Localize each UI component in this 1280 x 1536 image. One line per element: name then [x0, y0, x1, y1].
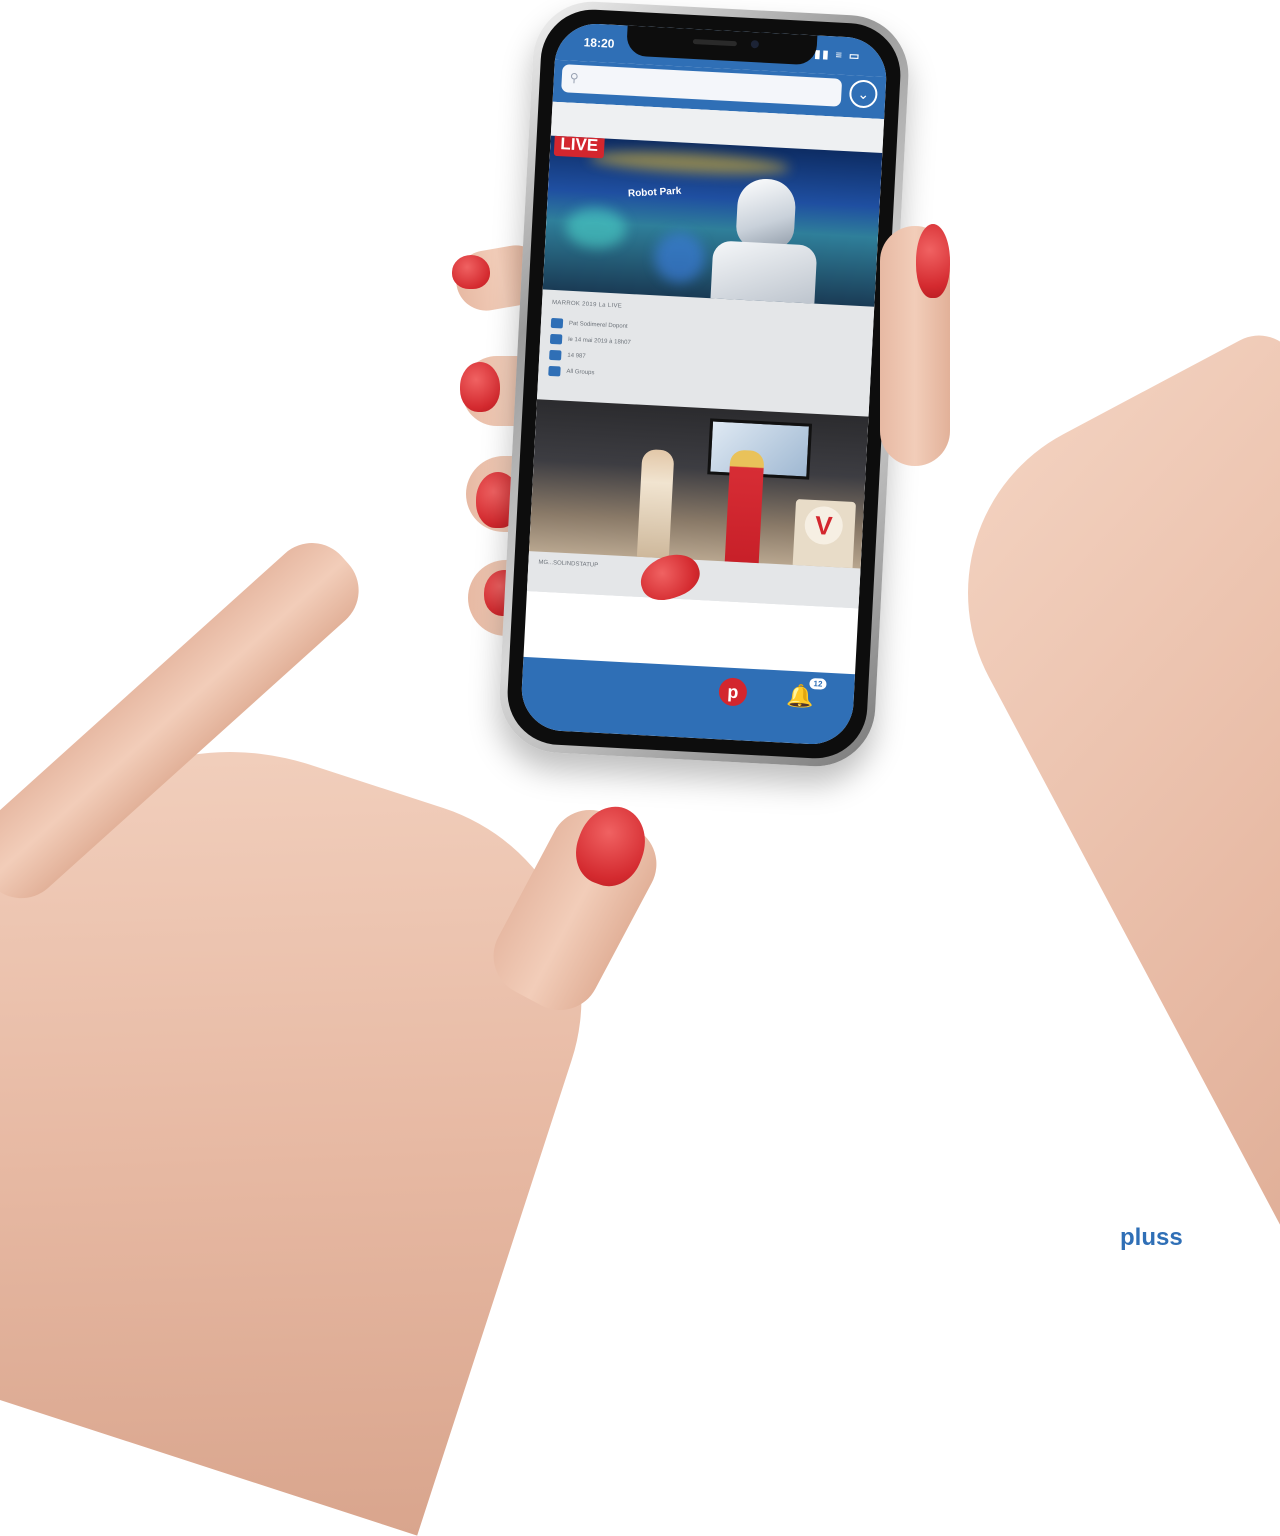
meta-groups-text: All Groups: [566, 368, 595, 377]
brand-logo-text: pluss: [1120, 1224, 1183, 1251]
eye-icon: [549, 349, 562, 361]
calendar-icon: [549, 333, 563, 345]
left-hand: [904, 321, 1280, 1314]
meta-views-text: 14 987: [567, 352, 586, 360]
presenter: [724, 449, 765, 568]
notification-badge: 12: [809, 677, 827, 690]
kiosk: V: [792, 498, 857, 569]
stage-light: [653, 231, 706, 284]
robot-body: [709, 240, 818, 307]
stage-light: [565, 206, 628, 250]
tab-bar: p 🔔 12: [519, 656, 856, 747]
live-badge: LIVE: [553, 135, 605, 159]
chevron-down-icon: ⌄: [857, 85, 870, 102]
front-camera: [750, 39, 760, 49]
robot-park-sign: Robot Park: [627, 185, 682, 200]
left-fingernail: [452, 255, 490, 289]
live-card[interactable]: LIVE Robot Park MARROK 2019 La LIVE Pat …: [536, 135, 883, 417]
speaker: [692, 38, 737, 47]
live-card-body: MARROK 2019 La LIVE Pat Sodimerel Dopont…: [537, 289, 874, 416]
feed[interactable]: LIVE Robot Park MARROK 2019 La LIVE Pat …: [526, 101, 885, 609]
kiosk-logo: V: [803, 505, 844, 546]
home-tab[interactable]: p: [718, 677, 748, 707]
status-icons: ▮▮ ≡ ▭: [814, 48, 862, 63]
phone-bezel: 18:20 ▮▮ ≡ ▭ ⚲ ⌄ LIVE Robot Park MARROK …: [504, 7, 904, 761]
live-thumbnail[interactable]: LIVE Robot Park: [542, 135, 883, 307]
left-fingernail: [460, 362, 500, 412]
stage-light: [589, 147, 790, 179]
left-thumb-nail: [916, 224, 950, 298]
notifications-tab[interactable]: 🔔 12: [786, 677, 827, 710]
filter-button[interactable]: ⌄: [848, 79, 879, 109]
status-time: 18:20: [583, 35, 615, 51]
meta-date-text: le 14 mai 2019 à 18h07: [567, 336, 631, 347]
meta-author-text: Pat Sodimerel Dopont: [568, 320, 628, 330]
person-icon: [550, 317, 564, 329]
group-icon: [548, 365, 561, 377]
search-icon: ⚲: [569, 70, 580, 86]
robot-head: [735, 177, 797, 251]
phone-screen: 18:20 ▮▮ ≡ ▭ ⚲ ⌄ LIVE Robot Park MARROK …: [519, 21, 889, 747]
phone-device: 18:20 ▮▮ ≡ ▭ ⚲ ⌄ LIVE Robot Park MARROK …: [496, 0, 912, 770]
video-thumbnail[interactable]: V: [529, 399, 869, 569]
presenter: [636, 448, 675, 561]
